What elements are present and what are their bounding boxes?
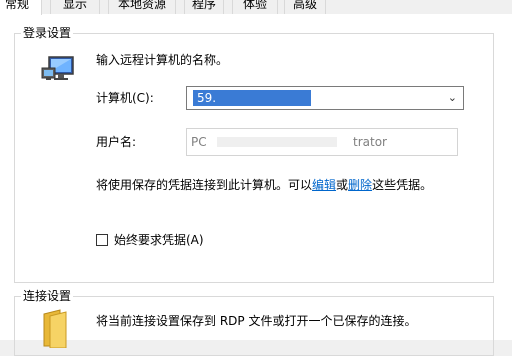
- connection-settings-description: 将当前连接设置保存到 RDP 文件或打开一个已保存的连接。: [96, 314, 417, 328]
- computer-name-prompt: 输入远程计算机的名称。: [96, 53, 229, 67]
- username-label: 用户名:: [96, 135, 137, 149]
- username-prefix: PC: [191, 135, 207, 149]
- tab-local-resources[interactable]: 本地资源: [108, 0, 176, 14]
- always-ask-credentials-checkbox[interactable]: [96, 234, 108, 246]
- computer-combobox[interactable]: 59. ⌄: [186, 86, 464, 110]
- saved-credentials-text: 将使用保存的凭据连接到此计算机。可以编辑或删除这些凭据。: [96, 177, 432, 193]
- saved-credentials-after: 这些凭据。: [372, 178, 433, 192]
- connection-settings-title: 连接设置: [21, 288, 74, 304]
- tab-programs[interactable]: 程序: [184, 0, 224, 14]
- tab-advanced[interactable]: 高级: [284, 0, 326, 14]
- tab-strip: 常规 显示 本地资源 程序 体验 高级: [0, 0, 512, 15]
- username-suffix: trator: [353, 135, 387, 149]
- login-settings-group: 登录设置: [14, 25, 494, 283]
- computer-label: 计算机(C):: [96, 91, 154, 105]
- chevron-down-icon[interactable]: ⌄: [448, 90, 457, 106]
- login-settings-title: 登录设置: [21, 25, 74, 41]
- username-redaction: [217, 137, 337, 147]
- always-ask-credentials-label[interactable]: 始终要求凭据(A): [114, 232, 204, 248]
- tab-display[interactable]: 显示: [50, 0, 100, 14]
- edit-credentials-link[interactable]: 编辑: [312, 178, 336, 192]
- username-field: PC trator: [186, 128, 458, 156]
- saved-credentials-or: 或: [336, 178, 349, 192]
- saved-credentials-before: 将使用保存的凭据连接到此计算机。可以: [96, 178, 313, 192]
- tab-experience[interactable]: 体验: [232, 0, 278, 14]
- delete-credentials-link[interactable]: 删除: [348, 178, 372, 192]
- computer-combobox-value: 59.: [193, 90, 311, 106]
- tab-general[interactable]: 常规: [0, 0, 42, 15]
- folder-icon: [43, 309, 67, 348]
- computer-monitor-icon: [41, 56, 74, 80]
